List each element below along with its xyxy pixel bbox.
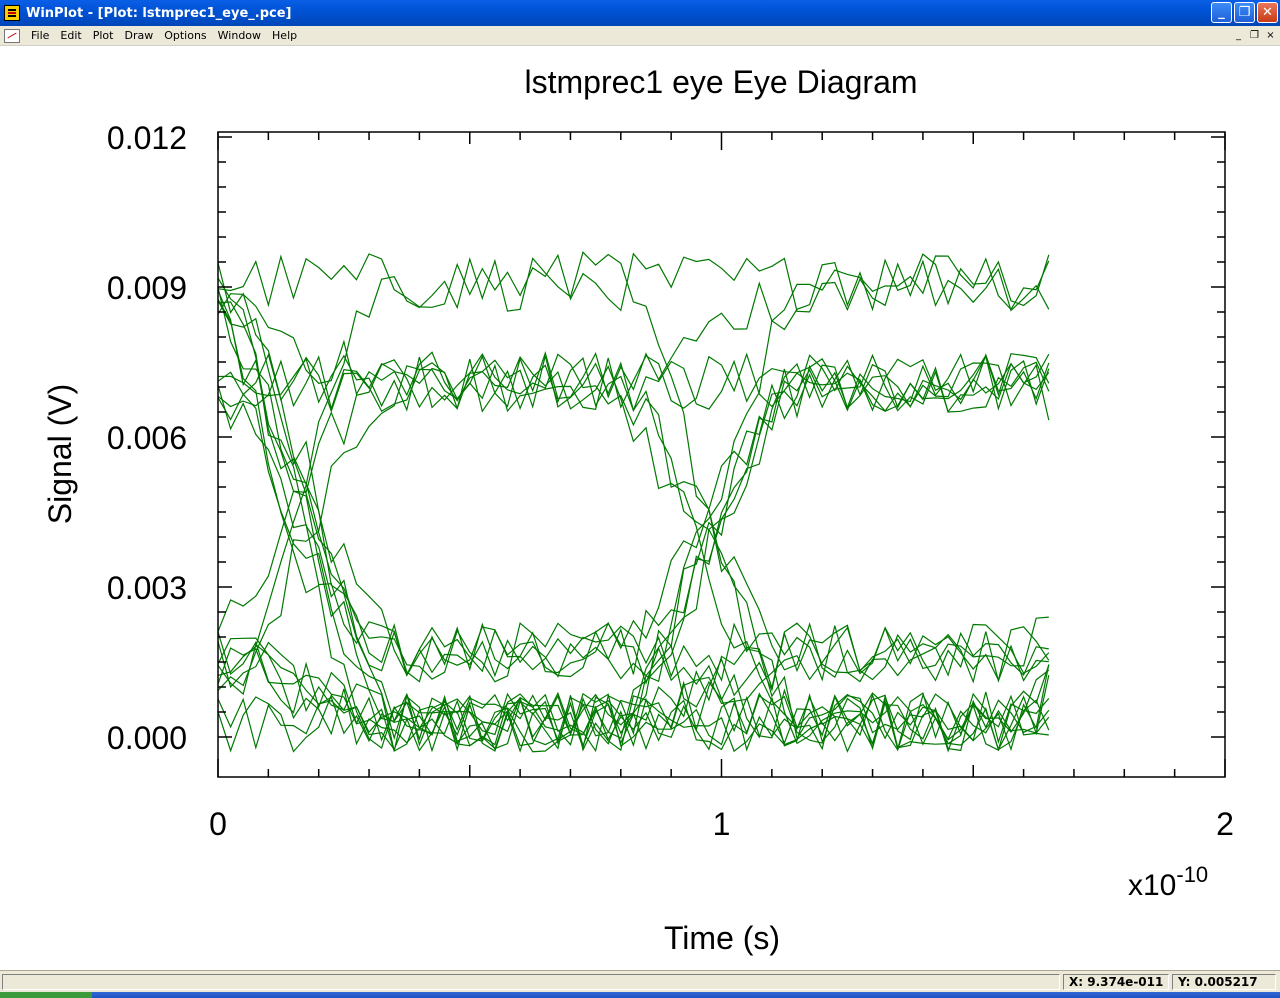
menu-help[interactable]: Help xyxy=(267,29,303,42)
eye-trace xyxy=(217,353,1050,677)
x-tick-label: 2 xyxy=(1216,806,1234,842)
eye-trace xyxy=(217,290,1050,751)
maximize-button[interactable]: ❐ xyxy=(1234,2,1255,23)
chart-title: lstmprec1 eye Eye Diagram xyxy=(524,64,917,100)
taskbar-edge xyxy=(0,992,1280,998)
x-tick-label: 0 xyxy=(209,806,227,842)
menu-plot[interactable]: Plot xyxy=(88,29,120,42)
y-tick-label: 0.009 xyxy=(107,270,187,306)
eye-trace xyxy=(217,251,1050,752)
x-axis-multiplier: x10-10 xyxy=(1128,862,1208,902)
menu-draw[interactable]: Draw xyxy=(119,29,159,42)
y-tick-label: 0.000 xyxy=(107,720,187,756)
y-axis-label: Signal (V) xyxy=(42,384,78,525)
mdi-restore-button[interactable]: ❐ xyxy=(1247,28,1262,42)
y-tick-label: 0.003 xyxy=(107,570,187,606)
x-tick-label: 1 xyxy=(713,806,731,842)
window-title-bar[interactable]: WinPlot - [Plot: lstmprec1_eye_.pce] _ ❐… xyxy=(0,0,1280,26)
close-button[interactable]: ✕ xyxy=(1257,2,1278,23)
status-x-coordinate: X: 9.374e-011 xyxy=(1063,974,1169,990)
eye-trace xyxy=(217,255,1050,691)
y-tick-label: 0.012 xyxy=(107,120,187,156)
menu-file[interactable]: File xyxy=(26,29,55,42)
mdi-close-button[interactable]: × xyxy=(1263,28,1278,42)
mdi-minimize-button[interactable]: _ xyxy=(1231,28,1246,42)
menu-window[interactable]: Window xyxy=(213,29,267,42)
status-message-area xyxy=(2,974,1060,990)
menu-edit[interactable]: Edit xyxy=(55,29,87,42)
eye-trace xyxy=(217,352,1050,413)
menu-options[interactable]: Options xyxy=(159,29,212,42)
eye-trace xyxy=(217,353,1050,682)
window-title: WinPlot - [Plot: lstmprec1_eye_.pce] xyxy=(26,5,292,21)
eye-traces xyxy=(217,251,1050,753)
status-bar: X: 9.374e-011 Y: 0.005217 xyxy=(0,970,1280,993)
status-y-coordinate: Y: 0.005217 xyxy=(1172,974,1276,990)
y-tick-label: 0.006 xyxy=(107,420,187,456)
eye-trace xyxy=(217,252,1050,313)
eye-trace xyxy=(217,262,1049,753)
x-axis-label: Time (s) xyxy=(664,920,780,956)
winplot-app-icon xyxy=(4,5,20,21)
eye-trace xyxy=(217,253,1050,753)
plot-document-icon[interactable] xyxy=(4,28,20,43)
menu-bar: File Edit Plot Draw Options Window Help … xyxy=(0,26,1280,46)
minimize-button[interactable]: _ xyxy=(1211,2,1232,23)
eye-diagram-chart[interactable]: lstmprec1 eye Eye Diagram 0.000 0.003 0.00… xyxy=(0,46,1280,968)
